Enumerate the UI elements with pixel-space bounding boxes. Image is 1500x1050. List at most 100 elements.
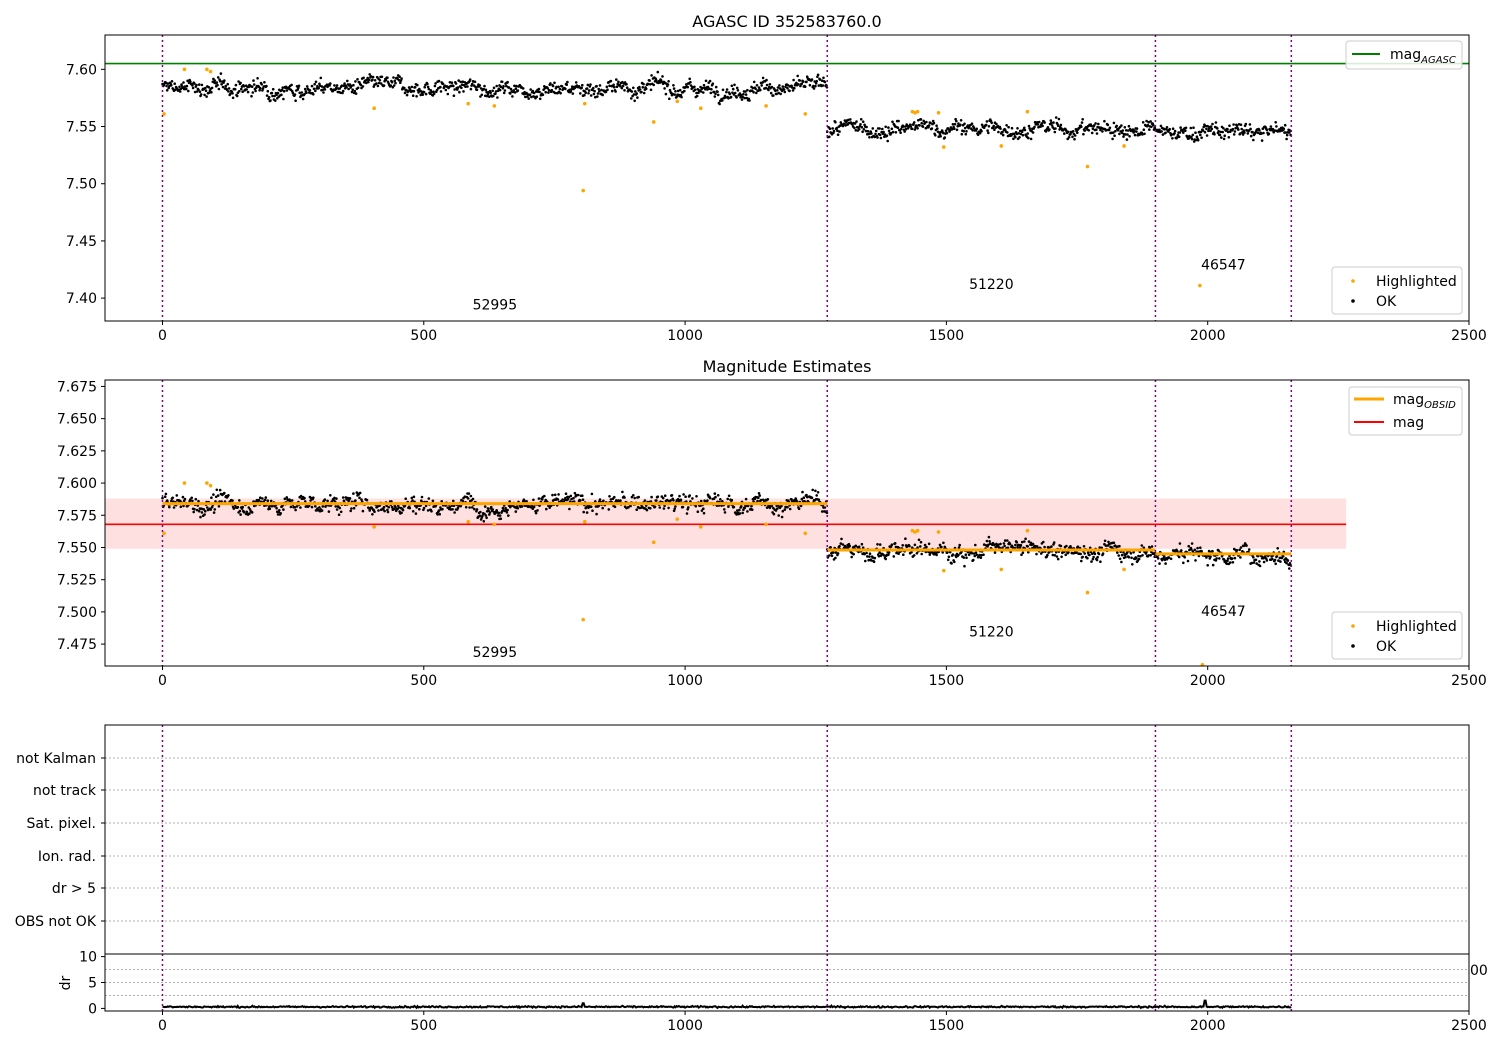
ok-point (644, 87, 648, 91)
ok-point (257, 498, 261, 502)
ok-point (714, 85, 718, 89)
ok-point (740, 98, 744, 101)
ok-point (882, 130, 885, 134)
ok-point (322, 91, 325, 94)
ok-point (358, 496, 361, 500)
ok-point (412, 495, 416, 499)
ok-point (198, 90, 202, 93)
ok-point (484, 88, 488, 92)
ok-point (955, 128, 959, 132)
ok-point (1156, 557, 1160, 560)
ok-point (927, 124, 931, 127)
ok-point (630, 90, 634, 93)
legend-mag-main: mag (1390, 47, 1421, 63)
ok-point (219, 72, 223, 75)
ok-point (736, 89, 740, 92)
ok-point (623, 496, 626, 499)
ok-point (912, 121, 916, 124)
ok-point (227, 87, 231, 90)
ok-point (1260, 139, 1264, 142)
ok-point (1120, 553, 1124, 557)
ok-point (1135, 127, 1139, 130)
ok-point (674, 90, 677, 93)
ok-point (387, 505, 391, 509)
ok-point (713, 95, 717, 98)
ok-point (1262, 560, 1266, 564)
ok-point (672, 499, 675, 502)
ok-point (1222, 137, 1226, 141)
ok-point (1055, 555, 1059, 558)
ok-point (192, 510, 195, 514)
ok-point (1121, 129, 1125, 132)
panel-2-title: Magnitude Estimates (703, 357, 872, 376)
ok-point (953, 560, 956, 564)
ok-point (802, 496, 806, 500)
ok-point (838, 544, 841, 548)
ok-point (358, 491, 362, 495)
ok-point (541, 93, 545, 96)
ok-point (1227, 136, 1231, 139)
ok-point (1186, 559, 1190, 563)
ok-point (1031, 131, 1035, 134)
ok-point (984, 123, 988, 127)
ok-point (635, 508, 638, 512)
ok-point (986, 129, 989, 132)
ok-point (1060, 555, 1063, 559)
ok-point (348, 497, 352, 500)
ok-point (767, 88, 770, 92)
ok-point (1173, 129, 1177, 133)
ok-point (823, 506, 827, 509)
ok-point (887, 553, 890, 556)
ok-point (687, 506, 690, 509)
ok-point (727, 494, 731, 498)
ok-point (1054, 127, 1057, 130)
ok-point (769, 91, 773, 95)
ok-point (893, 542, 897, 545)
ok-point (557, 85, 560, 89)
ok-point (1251, 130, 1254, 134)
obsid-label: 52995 (473, 645, 518, 661)
ok-point (1141, 554, 1144, 557)
ok-point (704, 79, 708, 83)
ok-point (1133, 133, 1137, 137)
ok-point (1048, 128, 1051, 131)
ok-point (191, 499, 194, 503)
ok-point (200, 83, 204, 87)
ok-point (454, 82, 458, 85)
ok-point (685, 512, 689, 515)
ok-point (1020, 130, 1024, 134)
ok-point (884, 125, 887, 129)
ok-point (947, 555, 951, 559)
ok-point (823, 80, 827, 84)
ok-point (574, 81, 578, 84)
ok-point (780, 515, 784, 519)
ok-point (1140, 544, 1144, 547)
ok-point (609, 79, 613, 83)
flag-category-label: Sat. pixel. (27, 816, 96, 832)
ok-point (891, 120, 894, 124)
ok-point (918, 124, 921, 127)
panel-2-point-legend: Highlighted OK (1331, 611, 1463, 660)
ok-point (551, 84, 555, 88)
ok-point (400, 77, 403, 80)
ok-point (252, 83, 256, 86)
ok-point (816, 491, 820, 494)
ok-point (329, 494, 332, 497)
ok-point (1273, 558, 1277, 562)
ok-point (756, 499, 759, 503)
ok-point (1083, 129, 1086, 132)
ok-point (206, 506, 209, 509)
ok-point (1148, 128, 1151, 131)
ok-point (1199, 546, 1202, 549)
ok-point (772, 512, 776, 516)
ok-point (1046, 553, 1049, 557)
ok-point (178, 90, 182, 93)
ok-point (268, 507, 272, 511)
x-tick-label: 1000 (667, 1018, 703, 1034)
ok-point (598, 84, 602, 87)
ok-point (506, 508, 509, 512)
ok-point (702, 511, 706, 515)
ok-point (912, 123, 915, 126)
ok-point (293, 93, 297, 96)
ok-point (1065, 544, 1068, 548)
